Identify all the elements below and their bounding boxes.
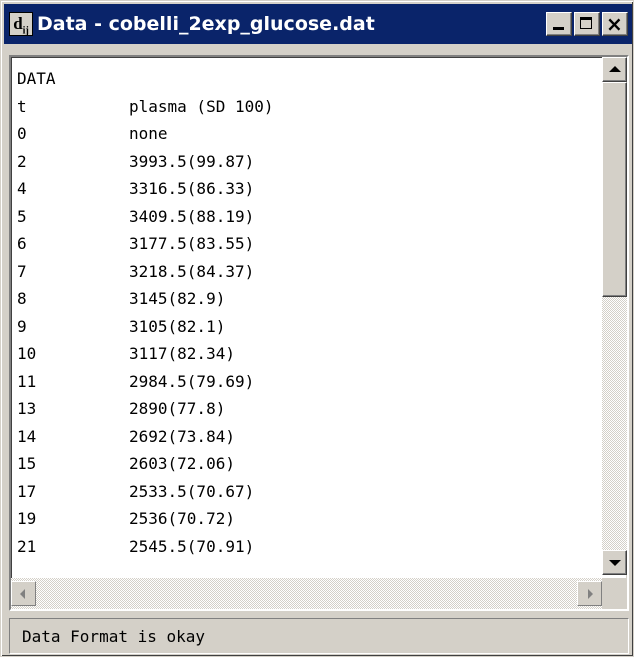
- row-value: none: [129, 124, 168, 143]
- data-window: dij Data - cobelli_2exp_glucose.dat × DA…: [0, 0, 634, 657]
- row-time: 9: [17, 316, 27, 336]
- row-value: 3218.5(84.37): [129, 261, 255, 281]
- row-time: 17: [17, 481, 37, 501]
- data-row: 10 3117(82.34): [17, 340, 597, 368]
- status-bar: Data Format is okay: [9, 618, 629, 654]
- data-row: 14 2692(73.84): [17, 423, 597, 451]
- row-time: 2: [17, 151, 27, 171]
- maximize-button[interactable]: [574, 12, 600, 36]
- horizontal-scrollbar[interactable]: [11, 578, 602, 609]
- row-time: 15: [17, 454, 37, 473]
- row-value: 2984.5(79.69): [129, 371, 255, 391]
- row-time: 10: [17, 344, 37, 363]
- row-time: 6: [17, 234, 27, 253]
- row-value: 2545.5(70.91): [129, 536, 255, 556]
- data-row: 0 none: [17, 120, 597, 148]
- data-row: 21 2545.5(70.91): [17, 533, 597, 561]
- data-row: 5 3409.5(88.19): [17, 203, 597, 231]
- row-time: 19: [17, 509, 37, 528]
- data-row: 11 2984.5(79.69): [17, 368, 597, 396]
- arrow-up-icon: [609, 66, 621, 72]
- row-value: 3117(82.34): [129, 344, 235, 363]
- row-value: 3993.5(99.87): [129, 151, 255, 171]
- arrow-right-icon: [588, 589, 593, 599]
- column-header-line: t plasma (SD 100): [17, 93, 597, 121]
- data-row: 13 2890(77.8): [17, 395, 597, 423]
- row-time: 13: [17, 399, 37, 418]
- row-value: 2533.5(70.67): [129, 481, 255, 501]
- data-text-content[interactable]: DATA t plasma (SD 100) 0 none 2 3993.5(99.8…: [17, 65, 597, 569]
- scroll-right-button[interactable]: [577, 581, 602, 606]
- row-value: 3105(82.1): [129, 316, 226, 336]
- data-row: 9 3105(82.1): [17, 313, 597, 341]
- scroll-up-button[interactable]: [602, 57, 627, 82]
- data-row: 19 2536(70.72): [17, 505, 597, 533]
- vertical-scrollbar[interactable]: [602, 57, 627, 575]
- close-button[interactable]: ×: [602, 12, 628, 36]
- row-time: 0: [17, 124, 27, 143]
- vertical-scroll-thumb[interactable]: [602, 82, 627, 297]
- data-text-view[interactable]: DATA t plasma (SD 100) 0 none 2 3993.5(99.8…: [9, 55, 629, 611]
- data-row: 8 3145(82.9): [17, 285, 597, 313]
- arrow-left-icon: [20, 589, 25, 599]
- data-row: 15 2603(72.06): [17, 450, 597, 478]
- vertical-scroll-track[interactable]: [602, 297, 627, 550]
- minimize-button[interactable]: [546, 12, 572, 36]
- data-row: 7 3218.5(84.37): [17, 258, 597, 286]
- data-header-line: DATA: [17, 69, 56, 88]
- row-value: 2890(77.8): [129, 399, 226, 418]
- status-text: Data Format is okay: [22, 627, 206, 646]
- scroll-down-button[interactable]: [602, 550, 627, 575]
- title-bar[interactable]: dij Data - cobelli_2exp_glucose.dat ×: [4, 4, 632, 44]
- scrollbar-corner: [602, 578, 627, 609]
- row-time: 7: [17, 261, 27, 281]
- minimize-icon: [553, 27, 564, 30]
- row-time: 21: [17, 536, 37, 556]
- column-header-value: plasma (SD 100): [129, 96, 274, 116]
- row-time: 8: [17, 289, 27, 308]
- row-value: 2603(72.06): [129, 454, 235, 473]
- close-icon: ×: [606, 12, 623, 36]
- row-time: 4: [17, 179, 27, 198]
- scroll-left-button[interactable]: [11, 581, 36, 606]
- window-title: Data - cobelli_2exp_glucose.dat: [37, 13, 375, 35]
- data-row: 17 2533.5(70.67): [17, 478, 597, 506]
- row-value: 3409.5(88.19): [129, 206, 255, 226]
- maximize-icon: [580, 17, 592, 29]
- app-icon[interactable]: dij: [9, 12, 33, 36]
- row-value: 3316.5(86.33): [129, 179, 255, 198]
- row-time: 11: [17, 371, 37, 391]
- row-time: 5: [17, 206, 27, 226]
- column-header-t: t: [17, 96, 27, 116]
- row-value: 3145(82.9): [129, 289, 226, 308]
- arrow-down-icon: [609, 560, 621, 566]
- data-row: 4 3316.5(86.33): [17, 175, 597, 203]
- row-time: 14: [17, 426, 37, 446]
- row-value: 2692(73.84): [129, 426, 235, 446]
- data-row: 6 3177.5(83.55): [17, 230, 597, 258]
- data-row: 2 3993.5(99.87): [17, 148, 597, 176]
- row-value: 2536(70.72): [129, 509, 235, 528]
- row-value: 3177.5(83.55): [129, 234, 255, 253]
